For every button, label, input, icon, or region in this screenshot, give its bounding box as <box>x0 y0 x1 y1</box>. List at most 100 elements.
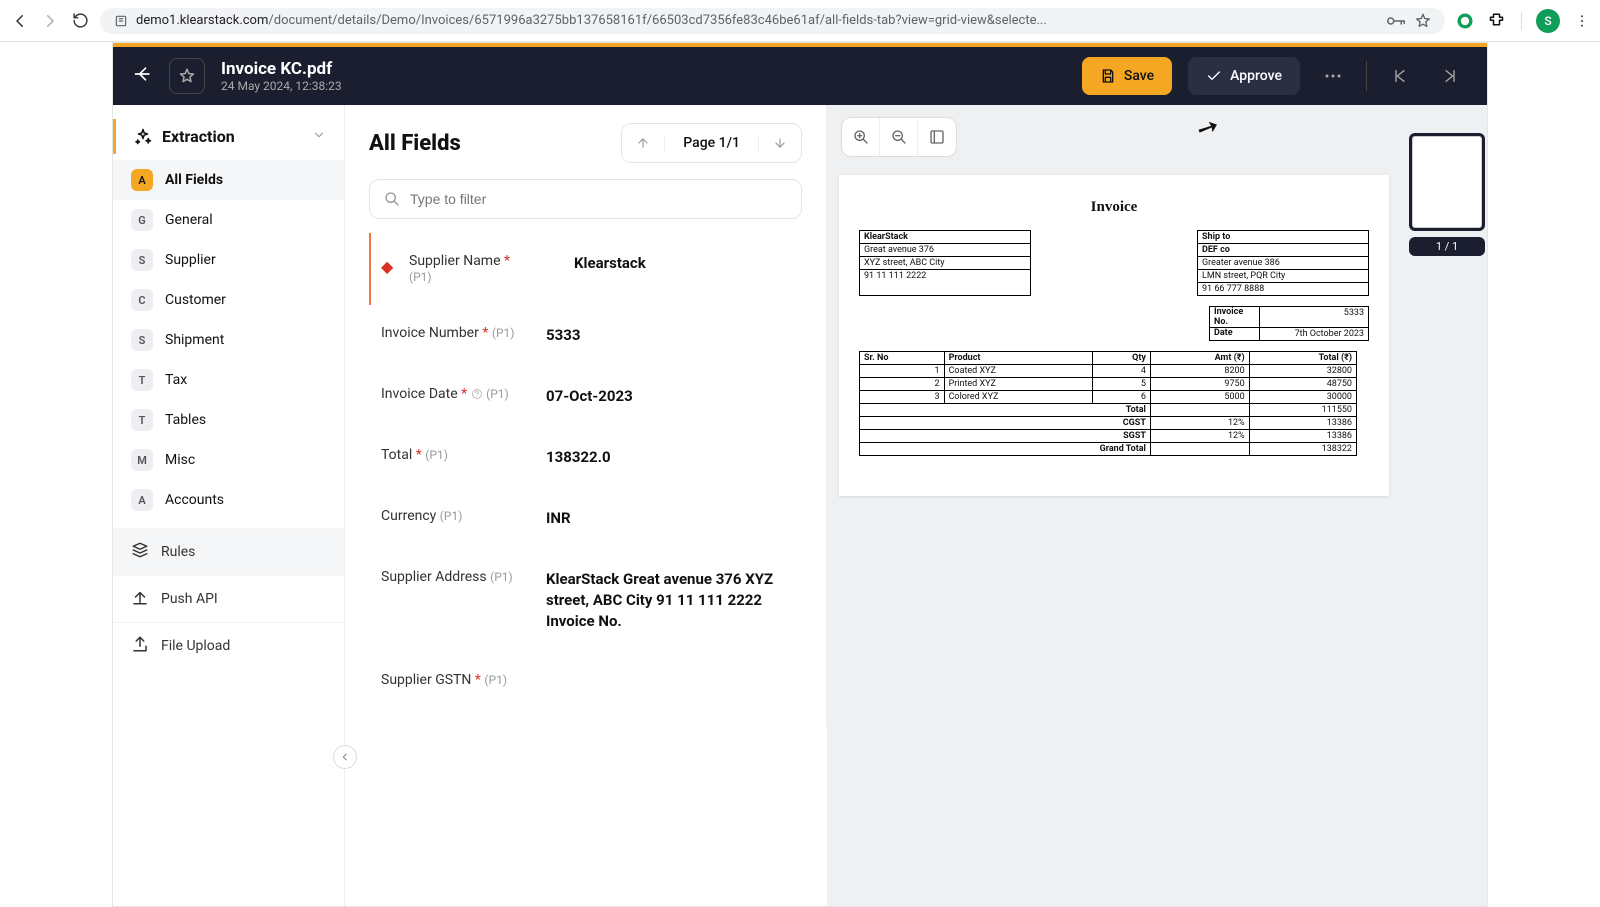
browser-menu-icon[interactable] <box>1574 13 1590 29</box>
zoom-in-button[interactable] <box>842 118 880 156</box>
tool-fileupload[interactable]: File Upload <box>113 622 344 669</box>
sidebar-badge: C <box>131 289 153 311</box>
sidebar-item-tables[interactable]: TTables <box>113 400 344 440</box>
doc-from-box: KlearStackGreat avenue 376XYZ street, AB… <box>859 230 1031 296</box>
field-row-supplier-name[interactable]: ◆Supplier Name *(P1)Klearstack <box>369 233 802 305</box>
field-value: Klearstack <box>574 253 792 274</box>
sidebar-item-label: Accounts <box>165 492 224 508</box>
save-button[interactable]: Save <box>1082 57 1172 95</box>
field-row-currency[interactable]: Currency (P1)INR <box>369 488 802 549</box>
tool-label: File Upload <box>161 638 230 654</box>
field-row-total[interactable]: Total * (P1)138322.0 <box>369 427 802 488</box>
filter-box <box>369 179 802 219</box>
field-value: KlearStack Great avenue 376 XYZ street, … <box>546 569 792 632</box>
sidebar-item-label: All Fields <box>165 172 223 188</box>
browser-chrome: demo1.klearstack.com/document/details/De… <box>0 0 1600 42</box>
approve-label: Approve <box>1230 68 1282 84</box>
sidebar: Extraction AAll FieldsGGeneralSSupplierC… <box>113 105 345 906</box>
sidebar-item-label: Misc <box>165 452 195 468</box>
next-doc-button[interactable] <box>1433 68 1467 84</box>
pushapi-icon <box>131 588 149 610</box>
document-preview[interactable]: Invoice KlearStackGreat avenue 376XYZ st… <box>839 175 1389 496</box>
browser-back-icon[interactable] <box>10 11 30 31</box>
document-timestamp: 24 May 2024, 12:38:23 <box>221 79 1066 93</box>
chevron-down-icon <box>312 127 326 146</box>
warning-icon: ◆ <box>381 257 395 276</box>
sidebar-item-misc[interactable]: M Misc <box>113 440 344 480</box>
thumbnail-strip: 1 / 1 <box>1401 105 1487 906</box>
field-label: Supplier Name <box>409 253 501 269</box>
field-value: INR <box>546 508 792 529</box>
doc-title: Invoice <box>859 199 1369 216</box>
sidebar-item-label: Supplier <box>165 252 216 268</box>
field-row-invoice-date[interactable]: Invoice Date * (P1)07-Oct-2023 <box>369 366 802 427</box>
prev-doc-button[interactable] <box>1383 68 1417 84</box>
doc-shipto-box: Ship toDEF coGreater avenue 386LMN stree… <box>1197 230 1369 296</box>
browser-reload-icon[interactable] <box>70 11 90 31</box>
extensions-icon[interactable] <box>1489 12 1507 30</box>
sidebar-item-supplier[interactable]: SSupplier <box>113 240 344 280</box>
page-prev-button[interactable] <box>622 136 664 150</box>
field-label: Supplier Address <box>381 569 487 585</box>
field-row-supplier-address[interactable]: Supplier Address (P1)KlearStack Great av… <box>369 549 802 652</box>
filter-input[interactable] <box>410 191 787 207</box>
page-next-button[interactable] <box>759 136 801 150</box>
favorite-button[interactable] <box>169 58 205 94</box>
sidebar-item-accounts[interactable]: AAccounts <box>113 480 344 520</box>
save-label: Save <box>1124 68 1154 84</box>
sidebar-item-label: Shipment <box>165 332 224 348</box>
tool-label: Push API <box>161 591 218 607</box>
page-thumbnail[interactable] <box>1409 133 1485 231</box>
collapse-handle[interactable] <box>333 745 357 769</box>
tool-rules[interactable]: Rules <box>113 528 344 575</box>
sidebar-badge: A <box>131 169 153 191</box>
sidebar-item-tax[interactable]: TTax <box>113 360 344 400</box>
field-label: Supplier GSTN <box>381 672 471 688</box>
fields-panel-wrap: All Fields Page 1/1 ◆Supplier Name *(P1)… <box>345 105 827 906</box>
field-label: Invoice Date <box>381 386 458 402</box>
app-header: Invoice KC.pdf 24 May 2024, 12:38:23 Sav… <box>113 47 1487 105</box>
preview-panel: ➚ Invoice KlearStackGreat avenue 376XYZ … <box>827 105 1487 906</box>
sidebar-item-customer[interactable]: C Customer <box>113 280 344 320</box>
browser-forward-icon[interactable] <box>40 11 60 31</box>
field-label: Invoice Number <box>381 325 479 341</box>
help-icon <box>471 388 483 400</box>
password-icon[interactable] <box>1387 15 1405 27</box>
star-icon[interactable] <box>1415 13 1431 29</box>
panel-heading: All Fields <box>369 131 461 156</box>
url-bar[interactable]: demo1.klearstack.com/document/details/De… <box>100 8 1445 34</box>
preview-toolbar <box>841 117 957 157</box>
sidebar-item-label: Customer <box>165 292 226 308</box>
tool-pushapi[interactable]: Push API <box>113 575 344 622</box>
fit-screen-button[interactable] <box>918 118 956 156</box>
page-indicator: Page 1/1 <box>664 135 759 151</box>
field-value: 5333 <box>546 325 792 346</box>
chrome-divider <box>1521 12 1522 30</box>
sidebar-badge: S <box>131 329 153 351</box>
page-controls: Page 1/1 <box>621 123 802 163</box>
approve-button[interactable]: Approve <box>1188 57 1300 95</box>
sidebar-badge: T <box>131 409 153 431</box>
doc-line-items-table: Sr. NoProductQtyAmt (₹)Total (₹)1Coated … <box>859 351 1357 456</box>
sidebar-item-general[interactable]: GGeneral <box>113 200 344 240</box>
app-body: Extraction AAll FieldsGGeneralSSupplierC… <box>113 105 1487 906</box>
profile-avatar[interactable]: S <box>1536 9 1560 33</box>
rules-icon <box>131 541 149 563</box>
field-row-supplier-gstn[interactable]: Supplier GSTN * (P1) <box>369 652 802 708</box>
fileupload-icon <box>131 635 149 657</box>
more-actions-button[interactable] <box>1316 73 1350 79</box>
sidebar-section-extraction[interactable]: Extraction <box>113 119 344 154</box>
sidebar-badge: M <box>131 449 153 471</box>
zoom-out-button[interactable] <box>880 118 918 156</box>
sidebar-badge: G <box>131 209 153 231</box>
extension1-icon[interactable] <box>1455 11 1475 31</box>
back-button[interactable] <box>133 64 153 88</box>
field-label: Currency <box>381 508 436 524</box>
document-title: Invoice KC.pdf <box>221 59 1066 79</box>
field-row-invoice-number[interactable]: Invoice Number * (P1)5333 <box>369 305 802 366</box>
url-domain: demo1.klearstack.com/document/details/De… <box>136 13 1047 28</box>
field-label: Total <box>381 447 412 463</box>
sidebar-item-all-fields[interactable]: A All Fields <box>113 160 344 200</box>
sidebar-item-shipment[interactable]: S Shipment <box>113 320 344 360</box>
fields-panel: All Fields Page 1/1 ◆Supplier Name *(P1)… <box>345 105 827 726</box>
